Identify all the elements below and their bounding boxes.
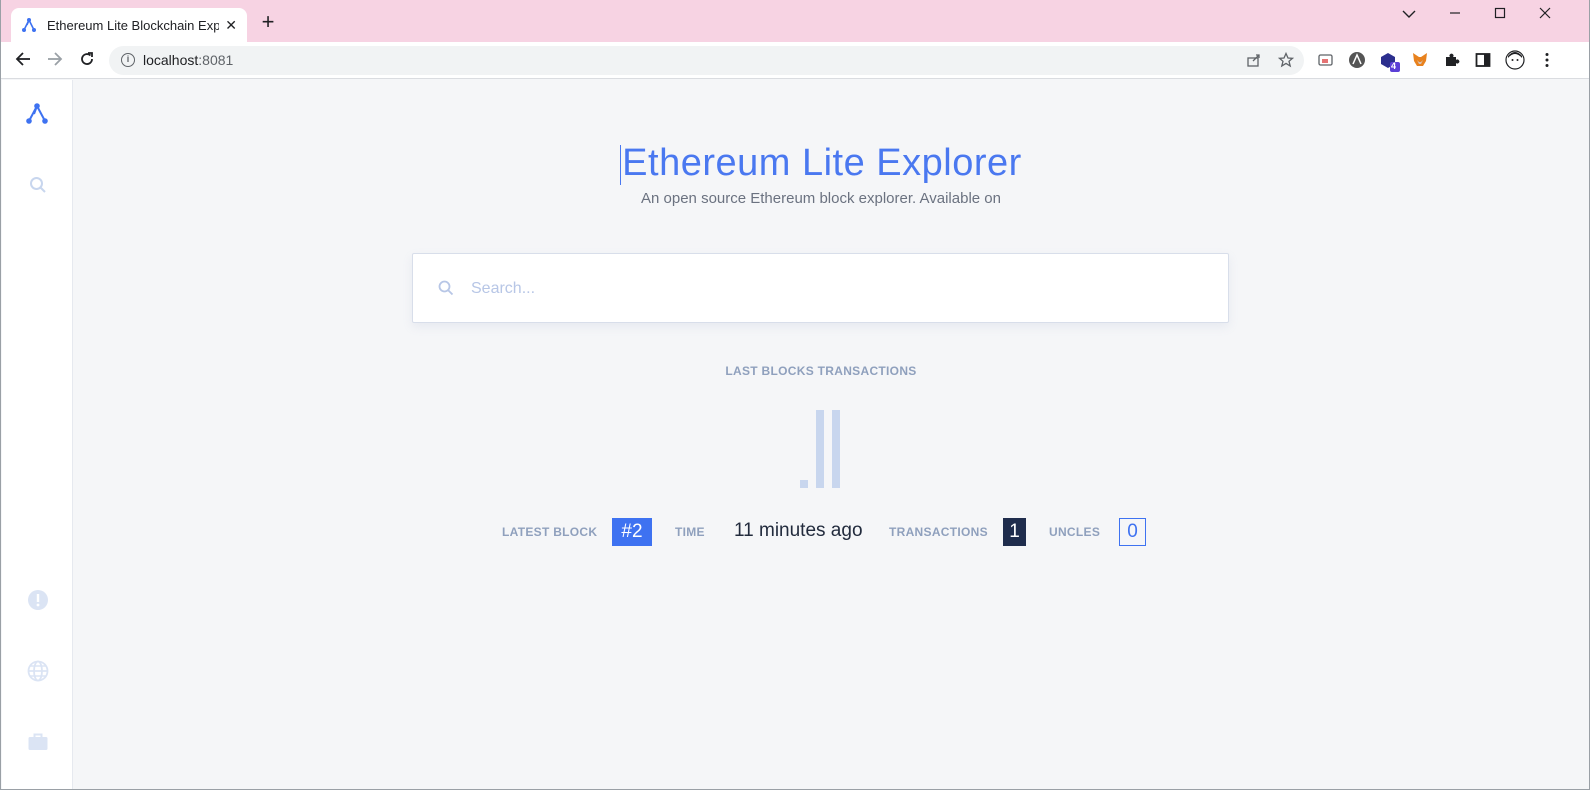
bar-chart-icon bbox=[800, 410, 840, 488]
minimize-icon[interactable] bbox=[1445, 4, 1465, 26]
extension-a-icon[interactable] bbox=[1348, 51, 1366, 69]
time-value: 11 minutes ago bbox=[734, 520, 863, 541]
profile-avatar-icon[interactable] bbox=[1505, 50, 1525, 70]
new-tab-button[interactable]: + bbox=[257, 11, 279, 34]
metamask-fox-icon[interactable] bbox=[1411, 51, 1429, 69]
latest-block-badge[interactable]: #2 bbox=[612, 518, 652, 546]
main-content: Ethereum Lite Explorer An open source Et… bbox=[73, 80, 1569, 789]
transactions-label: TRANSACTIONS bbox=[889, 525, 988, 539]
reload-icon[interactable] bbox=[77, 50, 97, 70]
browser-menu-icon[interactable] bbox=[1538, 51, 1556, 69]
url-host: localhost bbox=[143, 52, 199, 68]
search-icon[interactable] bbox=[26, 173, 50, 197]
back-icon[interactable] bbox=[13, 50, 33, 70]
search-box[interactable] bbox=[412, 253, 1229, 323]
bookmark-star-icon[interactable] bbox=[1277, 51, 1295, 70]
page-title-text: Ethereum Lite Explorer bbox=[622, 142, 1022, 184]
logo-icon bbox=[22, 18, 36, 32]
globe-icon[interactable] bbox=[26, 659, 50, 683]
extension-hex-icon[interactable]: 4 bbox=[1379, 51, 1400, 72]
page-title: Ethereum Lite Explorer bbox=[73, 142, 1569, 185]
cast-icon[interactable] bbox=[1317, 51, 1335, 69]
briefcase-icon[interactable] bbox=[26, 730, 50, 754]
url-text[interactable]: localhost:8081 bbox=[143, 52, 233, 68]
maximize-icon[interactable] bbox=[1490, 4, 1510, 26]
share-icon[interactable] bbox=[1245, 52, 1263, 70]
site-info-icon[interactable]: i bbox=[121, 53, 135, 67]
browser-titlebar: Ethereum Lite Blockchain Explor ✕ + bbox=[1, 0, 1589, 42]
info-icon[interactable] bbox=[26, 588, 50, 612]
tab-search-icon[interactable] bbox=[1399, 4, 1419, 26]
sidebar bbox=[2, 80, 73, 789]
latest-block-label: LATEST BLOCK bbox=[502, 525, 598, 539]
side-panel-icon[interactable] bbox=[1474, 51, 1492, 69]
address-bar[interactable]: i localhost:8081 bbox=[109, 46, 1304, 75]
close-icon[interactable] bbox=[1535, 4, 1555, 26]
url-port: :8081 bbox=[198, 52, 234, 68]
forward-icon[interactable] bbox=[45, 50, 65, 70]
uncles-badge[interactable]: 0 bbox=[1119, 518, 1146, 546]
transactions-badge[interactable]: 1 bbox=[1003, 518, 1026, 546]
search-icon bbox=[438, 280, 454, 296]
time-label: TIME bbox=[675, 525, 705, 539]
browser-window: Ethereum Lite Blockchain Explor ✕ + i lo… bbox=[0, 0, 1590, 790]
page-subtitle: An open source Ethereum block explorer. … bbox=[641, 190, 1001, 207]
uncles-label: UNCLES bbox=[1049, 525, 1101, 539]
search-input[interactable] bbox=[471, 272, 1191, 306]
section-label: LAST BLOCKS TRANSACTIONS bbox=[725, 364, 917, 378]
puzzle-extensions-icon[interactable] bbox=[1443, 51, 1461, 69]
logo-icon[interactable] bbox=[25, 102, 49, 126]
tab-close-icon[interactable]: ✕ bbox=[225, 16, 237, 34]
tab-title: Ethereum Lite Blockchain Explor bbox=[47, 17, 219, 33]
extension-badge: 4 bbox=[1391, 61, 1397, 71]
browser-tab[interactable]: Ethereum Lite Blockchain Explor ✕ bbox=[11, 8, 247, 42]
